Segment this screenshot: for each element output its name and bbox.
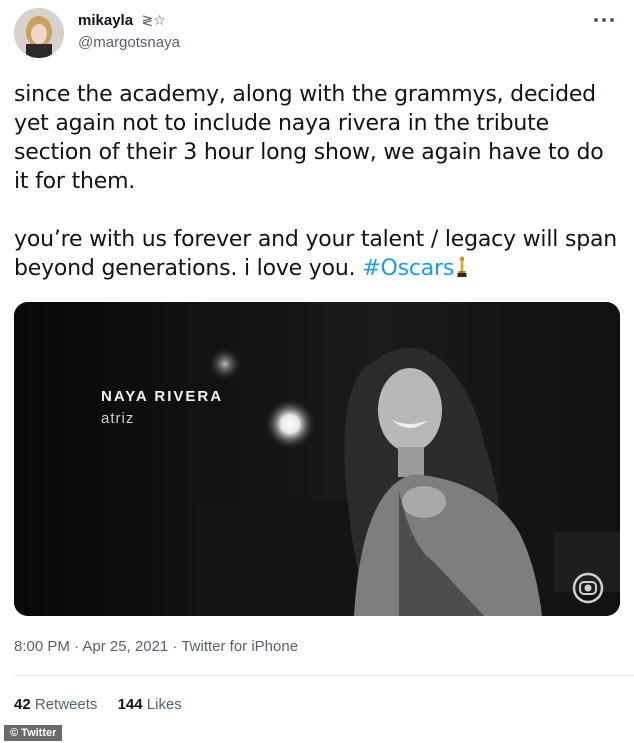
more-options-icon[interactable] <box>594 16 614 24</box>
tweet-stats: 42 Retweets 144 Likes <box>14 696 198 713</box>
tweet-paragraph-2-text: you’re with us forever and your talent /… <box>14 227 618 281</box>
tweet-card: mikayla ≷☆ @margotsnaya since the academ… <box>0 0 634 743</box>
user-names: mikayla ≷☆ @margotsnaya <box>78 12 180 51</box>
retweets-count: 42 <box>14 696 31 713</box>
video-frame <box>14 302 620 616</box>
avatar[interactable] <box>14 8 64 58</box>
likes-label: Likes <box>146 696 182 713</box>
video-overlay-name: NAYA RIVERA <box>101 388 224 405</box>
name-emoji: ≷☆ <box>141 12 166 28</box>
likes-count: 144 <box>117 696 143 713</box>
hashtag-link[interactable]: #Oscars <box>362 256 454 281</box>
avatar-image <box>14 8 64 58</box>
image-credit: © Twitter <box>4 725 63 741</box>
retweets-stat[interactable]: 42 Retweets <box>14 696 97 713</box>
tweet-media-video[interactable]: NAYA RIVERA atriz <box>14 302 620 616</box>
user-handle[interactable]: @margotsnaya <box>78 34 180 51</box>
video-overlay-role: atriz <box>101 410 135 427</box>
display-name[interactable]: mikayla <box>78 12 133 29</box>
retweets-label: Retweets <box>34 696 98 713</box>
tweet-text: since the academy, along with the grammy… <box>14 80 622 286</box>
divider <box>14 675 634 676</box>
likes-stat[interactable]: 144 Likes <box>118 696 182 713</box>
tweet-paragraph-1: since the academy, along with the grammy… <box>14 82 604 194</box>
tweet-header: mikayla ≷☆ @margotsnaya <box>14 8 620 64</box>
tweet-paragraph-2: you’re with us forever and your talent /… <box>14 225 622 286</box>
globo-logo-icon <box>572 572 604 604</box>
tweet-timestamp[interactable]: 8:00 PM · Apr 25, 2021 · Twitter for iPh… <box>14 638 298 655</box>
oscar-trophy-icon <box>456 256 468 286</box>
